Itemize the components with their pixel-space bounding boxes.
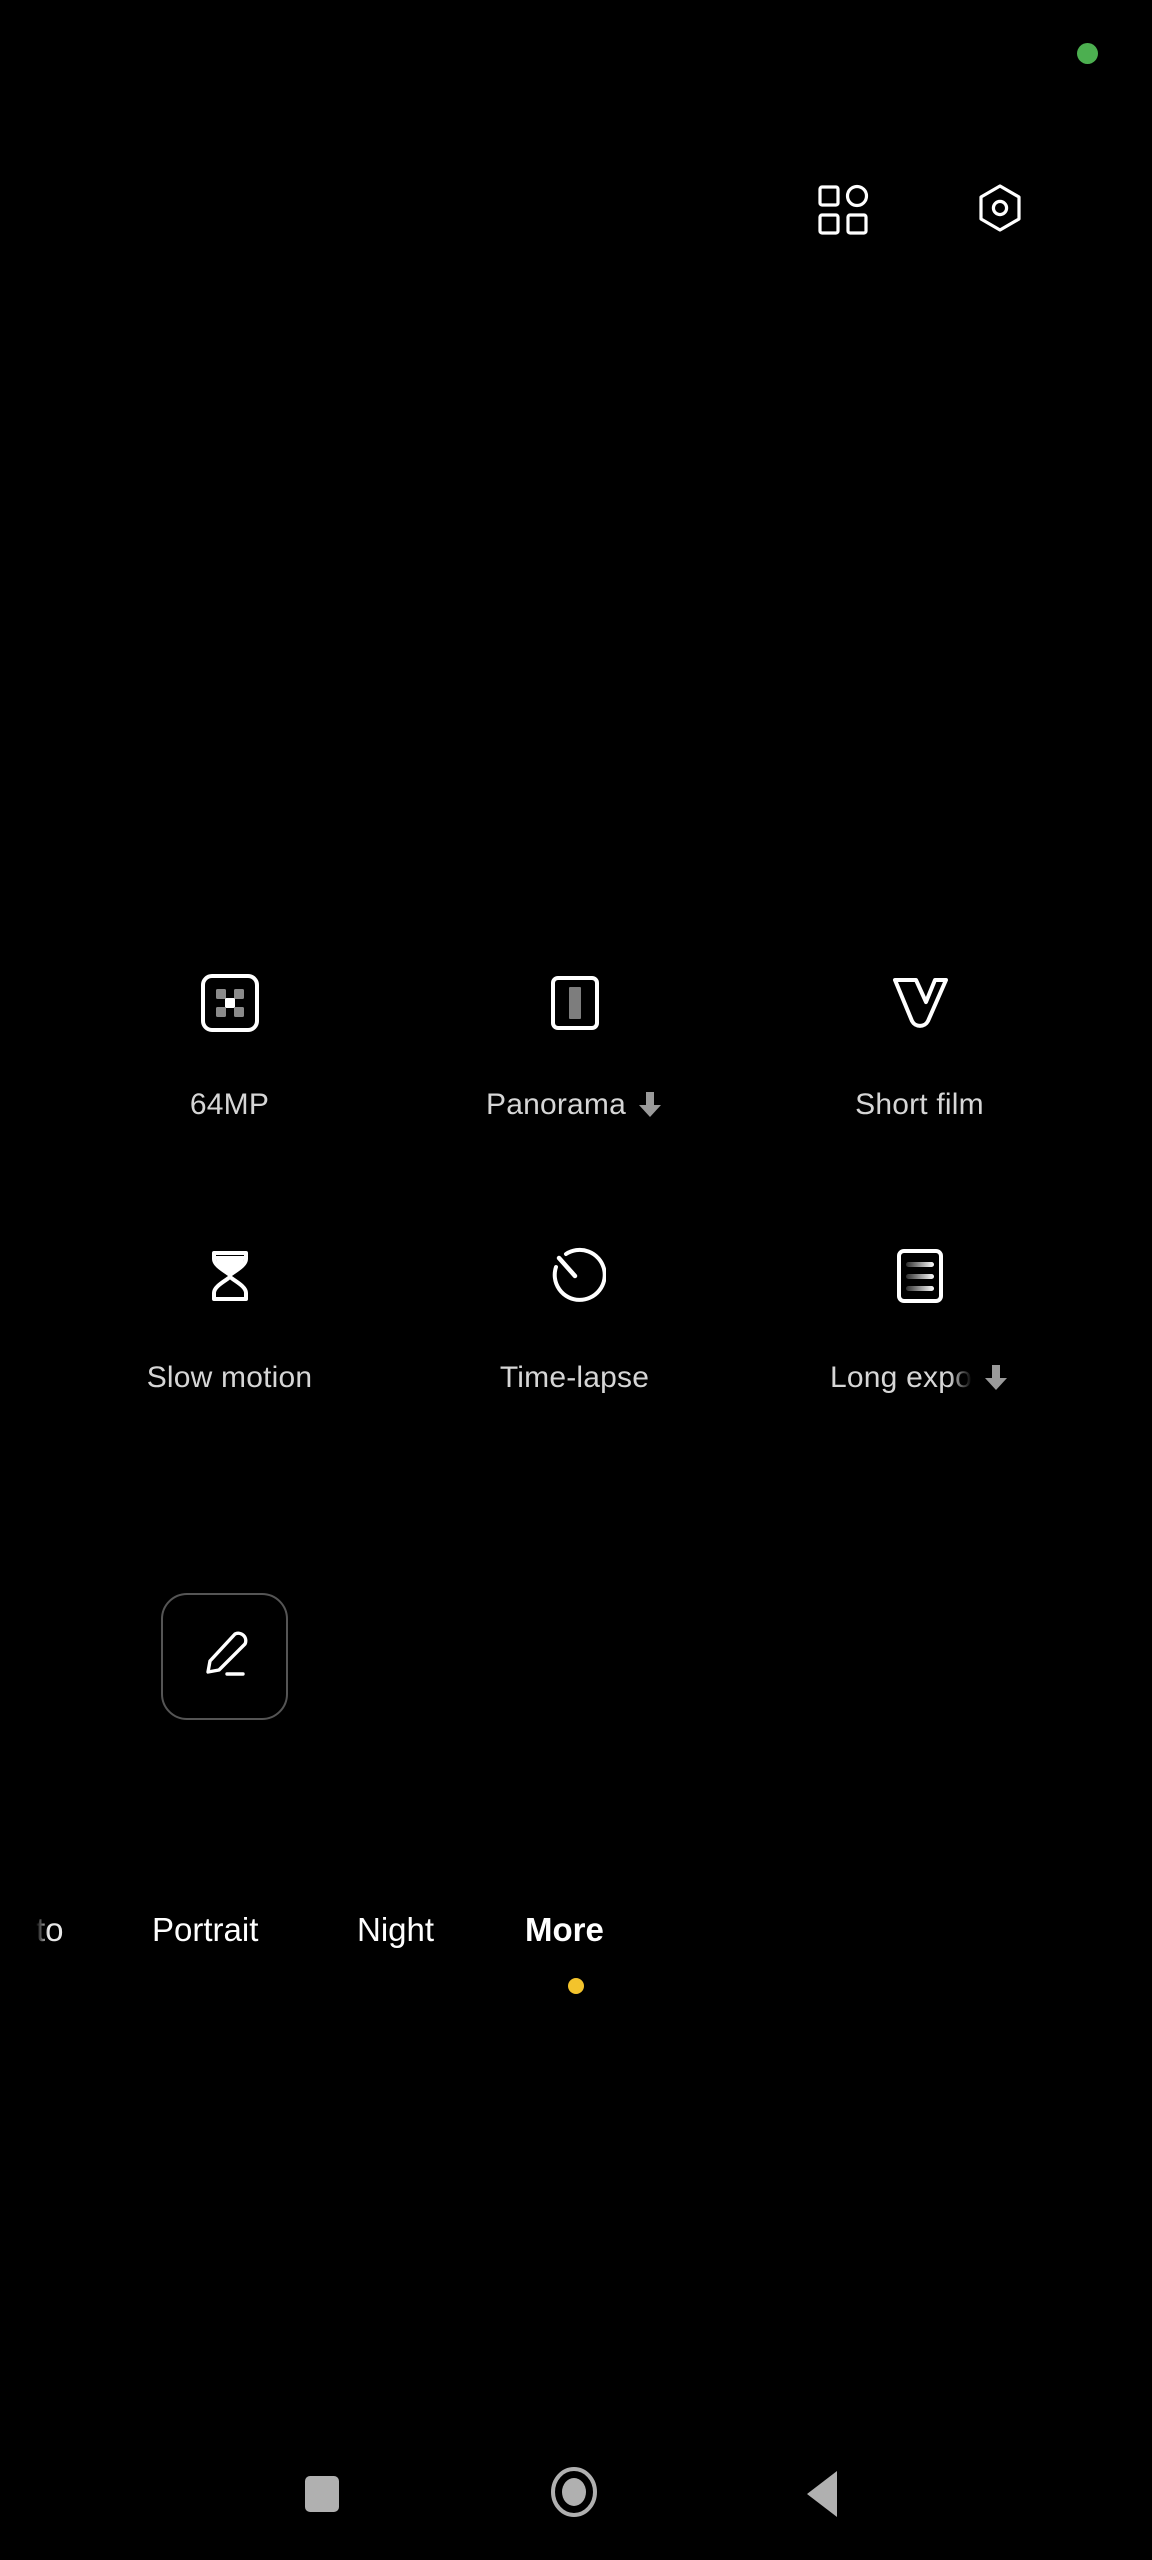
grid-modes-icon xyxy=(817,184,871,243)
mode-label: Time-lapse xyxy=(499,1361,650,1394)
mode-label-row: Long expo xyxy=(830,1361,1009,1395)
mode-label: Short film xyxy=(855,1088,984,1121)
high-resolution-icon xyxy=(199,955,261,1051)
home-button[interactable] xyxy=(514,2434,634,2554)
active-tab-indicator xyxy=(568,1978,584,1994)
download-arrow-icon xyxy=(637,1090,663,1120)
short-film-icon xyxy=(885,955,955,1051)
mode-grid-row: 64MP Panorama Short film xyxy=(0,955,1152,1228)
mode-label-row: 64MP xyxy=(190,1088,269,1122)
mode-label-row: Short film xyxy=(855,1088,984,1122)
mode-grid: 64MP Panorama Short film Slow motion Tim… xyxy=(0,955,1152,1501)
tab-night[interactable]: Night xyxy=(357,1911,434,1949)
mode-item-long-exposure[interactable]: Long expo xyxy=(747,1228,1092,1501)
mode-item-panorama[interactable]: Panorama xyxy=(402,955,747,1228)
long-exposure-icon xyxy=(889,1228,951,1324)
mode-item-slow-motion[interactable]: Slow motion xyxy=(57,1228,402,1501)
mode-grid-row: Slow motion Time-lapse Long expo xyxy=(0,1228,1152,1501)
mode-label: 64MP xyxy=(189,1088,270,1121)
square-recents-icon xyxy=(305,2476,339,2512)
triangle-back-icon xyxy=(807,2471,837,2517)
recents-button[interactable] xyxy=(262,2434,382,2554)
mode-label-row: Panorama xyxy=(486,1088,663,1122)
mode-label-row: Time-lapse xyxy=(500,1361,649,1395)
back-button[interactable] xyxy=(762,2434,882,2554)
pencil-edit-icon xyxy=(197,1626,253,1687)
circle-home-icon xyxy=(547,2465,601,2524)
mode-label-row: Slow motion xyxy=(147,1361,313,1395)
hourglass-icon xyxy=(199,1228,261,1324)
mode-item-short-film[interactable]: Short film xyxy=(747,955,1092,1228)
mode-item-64mp[interactable]: 64MP xyxy=(57,955,402,1228)
modes-grid-button[interactable] xyxy=(799,168,889,258)
top-toolbar xyxy=(0,168,1152,258)
mode-label: Panorama xyxy=(485,1088,626,1121)
download-arrow-icon xyxy=(983,1363,1009,1393)
hexagon-settings-icon xyxy=(971,182,1029,245)
mode-tab-strip[interactable]: to Portrait Night More xyxy=(0,1890,1152,1970)
settings-button[interactable] xyxy=(955,168,1045,258)
tab-photo[interactable]: to xyxy=(36,1911,64,1949)
panorama-icon xyxy=(544,955,606,1051)
mode-label: Slow motion xyxy=(146,1361,313,1394)
android-navigation-bar xyxy=(0,2432,1152,2560)
mode-item-time-lapse[interactable]: Time-lapse xyxy=(402,1228,747,1501)
mode-label: Long expo xyxy=(830,1361,972,1394)
tab-more[interactable]: More xyxy=(525,1911,604,1949)
tab-portrait[interactable]: Portrait xyxy=(152,1911,258,1949)
green-dot-icon xyxy=(1077,43,1098,64)
stopwatch-icon xyxy=(544,1228,606,1324)
edit-modes-button[interactable] xyxy=(161,1593,288,1720)
